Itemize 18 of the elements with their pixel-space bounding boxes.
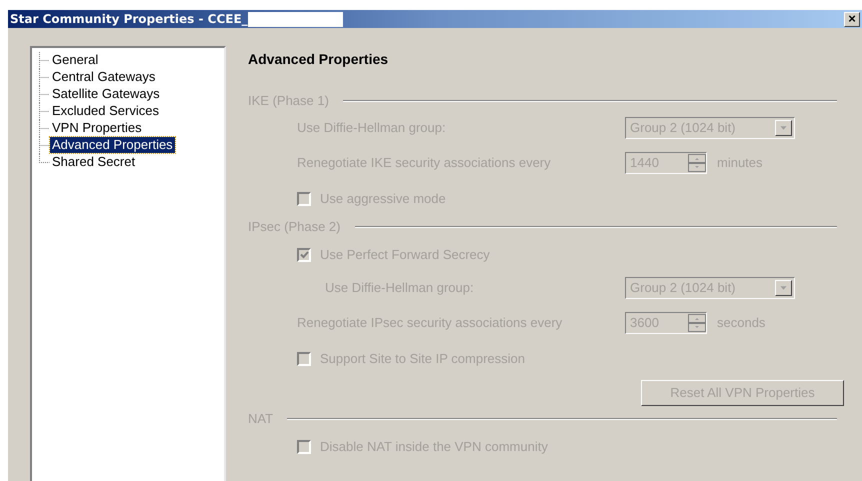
spin-arrows-icon[interactable]	[688, 154, 706, 172]
tree-item[interactable]: Advanced Properties	[50, 137, 175, 153]
window-title: Star Community Properties - CCEE_	[10, 11, 248, 28]
tree-item[interactable]: VPN Properties	[50, 120, 144, 136]
tree-item[interactable]: Shared Secret	[50, 154, 138, 170]
tree-connector-icon	[38, 52, 50, 69]
tree-item[interactable]: General	[50, 52, 100, 68]
spin-arrows-icon[interactable]	[688, 314, 706, 332]
close-button[interactable]: ×	[844, 12, 860, 26]
tree-connector-icon	[38, 103, 50, 120]
tree-item[interactable]: Excluded Services	[50, 103, 161, 119]
tree-connector-icon	[38, 69, 50, 86]
tree-item[interactable]: Central Gateways	[50, 69, 158, 85]
tree-connector-icon	[38, 120, 50, 137]
tree-item[interactable]: Satellite Gateways	[50, 86, 162, 102]
check-icon	[300, 251, 308, 259]
tree-connector-icon	[38, 86, 50, 103]
panel-heading: Advanced Properties	[248, 50, 390, 69]
